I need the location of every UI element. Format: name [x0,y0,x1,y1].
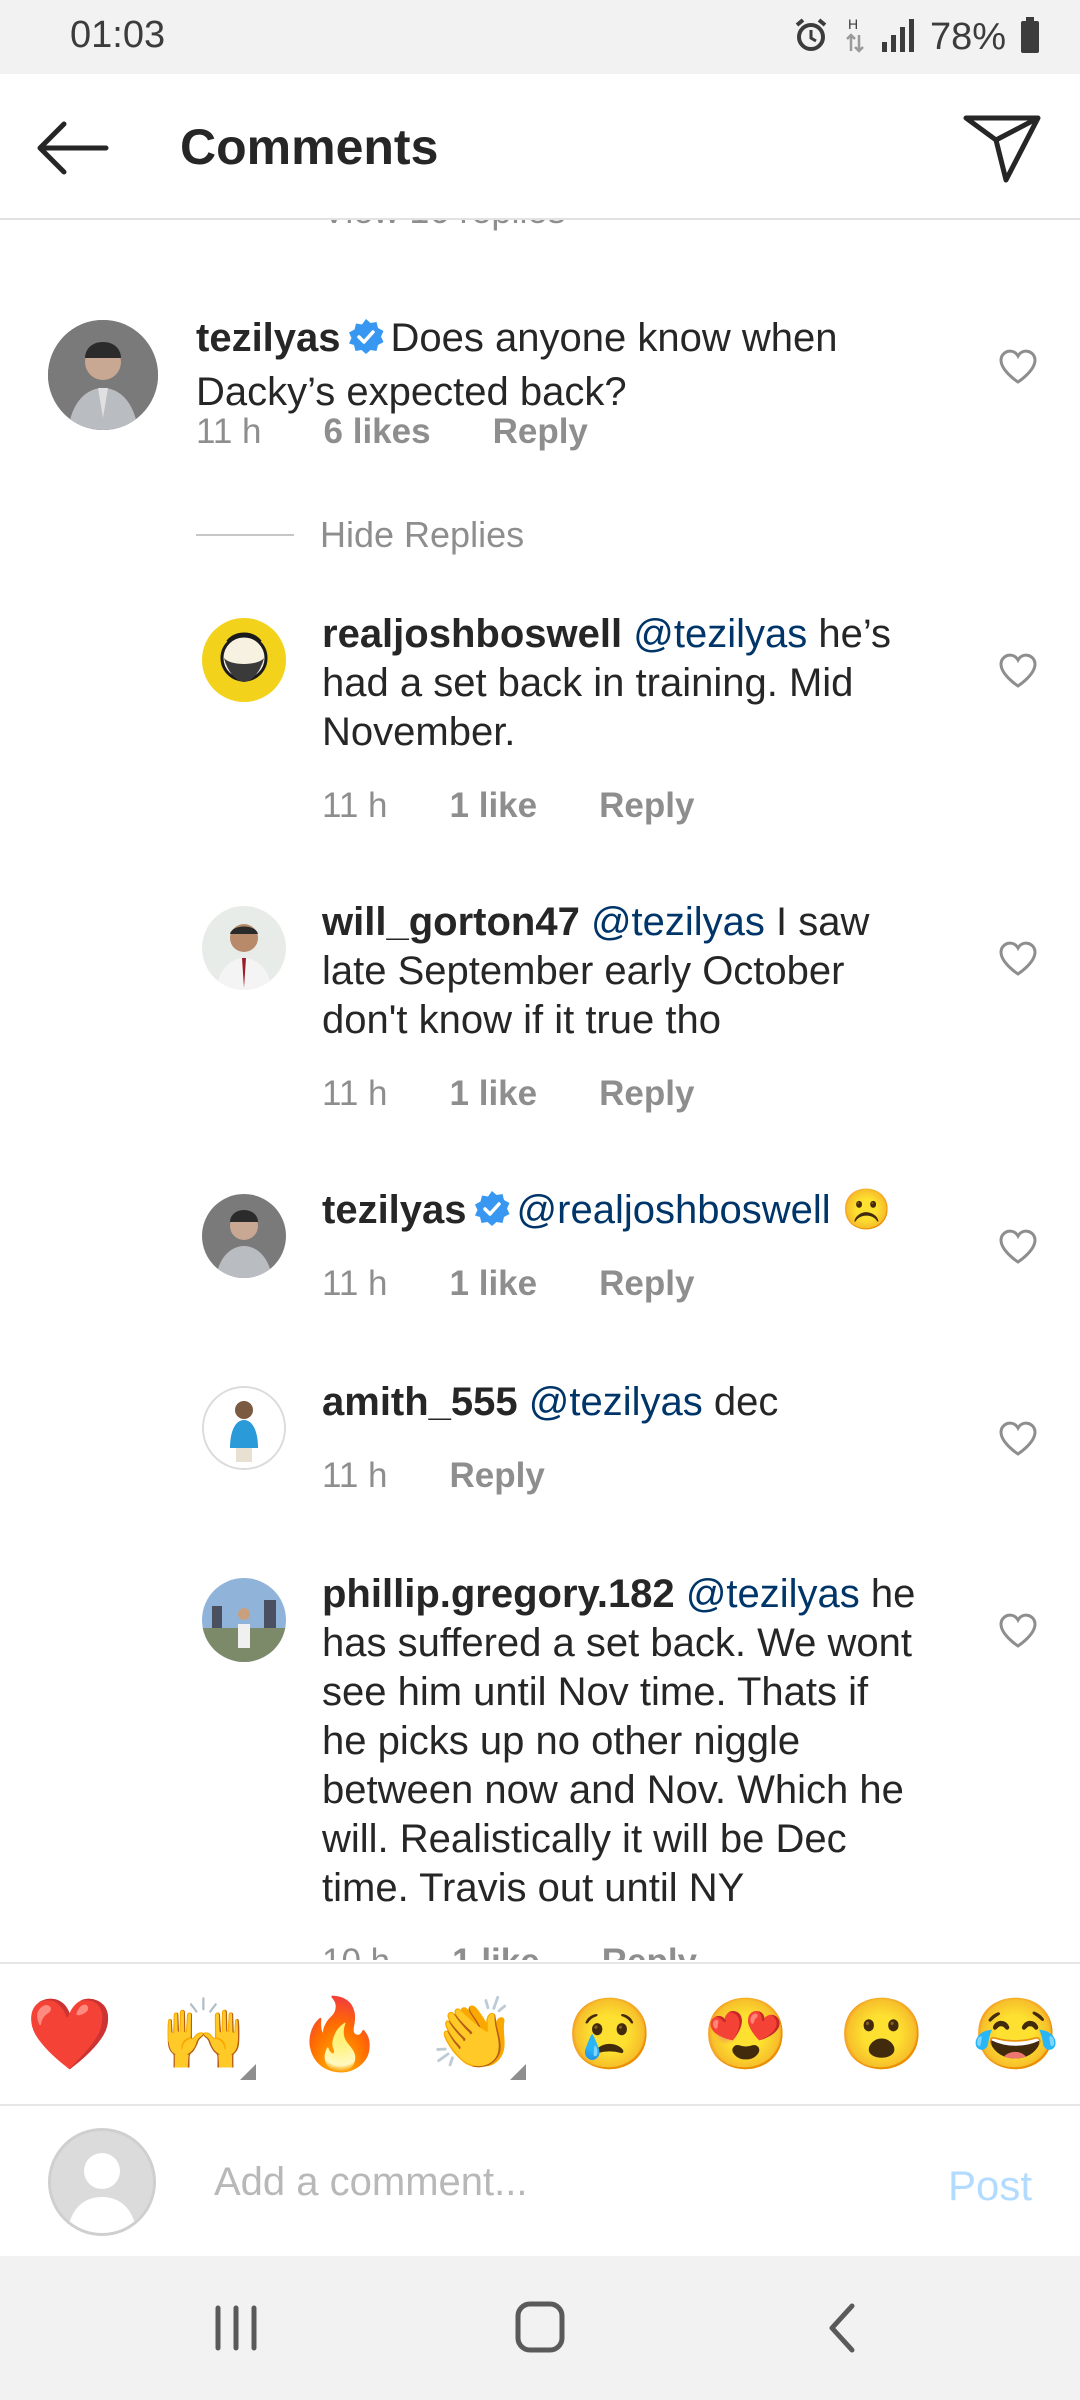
data-arrows-icon: H [844,15,866,60]
back-arrow-icon[interactable] [30,114,114,182]
like-heart-icon[interactable] [998,940,1038,976]
emoji-quick-bar: ❤️ 🙌 🔥 👏 😢 😍 😮 😂 [0,1962,1080,2106]
verified-badge-icon [347,318,385,368]
comment-meta: 10 h 1 like Reply [322,1942,697,1960]
comment-time: 10 h [322,1942,390,1960]
comment-time: 11 h [322,1074,388,1113]
avatar[interactable] [48,320,158,430]
emoji-clapping[interactable]: 👏 [430,1994,517,2074]
hide-replies-toggle[interactable]: Hide Replies [196,514,524,556]
like-heart-icon[interactable] [998,1612,1038,1648]
comment-text: tezilyas Does anyone know when Dacky’s ex… [196,314,896,417]
comment-username[interactable]: will_gorton47 [322,900,580,944]
comment-time: 11 h [196,412,262,451]
svg-text:H: H [848,16,858,32]
divider [196,534,294,536]
comment-likes[interactable]: 1 like [450,786,538,826]
emoji-tears-of-joy[interactable]: 😂 [972,1994,1059,2074]
home-icon[interactable] [500,2296,580,2360]
comment-text: amith_555 @tezilyas dec [322,1378,912,1427]
comment-time: 11 h [322,1456,388,1495]
status-bar: 01:03 H 78% [0,0,1080,74]
view-replies-link[interactable]: View 16 replies [322,220,565,232]
comment-username[interactable]: phillip.gregory.182 [322,1572,675,1616]
avatar[interactable] [202,1578,286,1662]
system-nav-bar [0,2256,1080,2400]
page-title: Comments [180,119,439,175]
recents-icon[interactable] [196,2296,276,2360]
emoji-fire[interactable]: 🔥 [296,1994,383,2074]
comment-time: 11 h [322,1264,388,1303]
comment-likes[interactable]: 1 like [452,1942,540,1960]
comment-body: he has suffered a set back. We wont see … [322,1572,916,1910]
avatar[interactable] [202,906,286,990]
reply-button[interactable]: Reply [599,1264,694,1304]
alarm-icon [792,16,830,59]
avatar[interactable] [202,1194,286,1278]
comment-username[interactable]: tezilyas [196,316,341,360]
emoji-crying[interactable]: 😢 [566,1994,653,2074]
comment-likes[interactable]: 1 like [450,1264,538,1304]
signal-icon [880,18,916,57]
mention-link[interactable]: @tezilyas [529,1380,703,1424]
hide-replies-label: Hide Replies [320,514,525,555]
mention-link[interactable]: @realjoshboswell [517,1188,831,1232]
back-icon[interactable] [804,2296,884,2360]
comment-meta: 11 h 6 likes Reply [196,412,588,452]
emoji-heart-eyes[interactable]: 😍 [702,1994,789,2074]
comment-body: ☹️ [841,1188,892,1232]
mention-link[interactable]: @tezilyas [591,900,765,944]
comment-meta: 11 h 1 like Reply [322,786,694,826]
comment-text: tezilyas @realjoshboswell ☹️ [322,1186,942,1240]
status-time: 01:03 [70,14,166,56]
like-heart-icon[interactable] [998,1228,1038,1264]
comment-username[interactable]: realjoshboswell [322,612,622,656]
emoji-surprised[interactable]: 😮 [838,1994,925,2074]
avatar[interactable] [202,618,286,702]
comment-input-bar: Post [0,2106,1080,2256]
current-user-avatar [48,2128,156,2236]
emoji-raising-hands[interactable]: 🙌 [160,1994,247,2074]
comment-text: phillip.gregory.182 @tezilyas he has suf… [322,1570,922,1913]
post-button[interactable]: Post [948,2162,1032,2210]
avatar[interactable] [202,1386,286,1470]
battery-icon [1020,16,1040,58]
skin-tone-indicator-icon [510,2064,526,2080]
comment-text: realjoshboswell @tezilyas he’s had a set… [322,610,912,757]
comment-input[interactable] [214,2142,854,2222]
reply-button[interactable]: Reply [450,1456,545,1496]
mention-link[interactable]: @tezilyas [633,612,807,656]
reply-button[interactable]: Reply [599,1074,694,1114]
comment-time: 11 h [322,786,388,825]
comment-text: will_gorton47 @tezilyas I saw late Septe… [322,898,912,1045]
comment-body: dec [713,1380,779,1424]
comment-meta: 11 h 1 like Reply [322,1074,694,1114]
like-heart-icon[interactable] [998,1420,1038,1456]
direct-send-icon[interactable] [960,108,1044,188]
comment-likes[interactable]: 6 likes [324,412,431,452]
skin-tone-indicator-icon [240,2064,256,2080]
mention-link[interactable]: @tezilyas [686,1572,860,1616]
like-heart-icon[interactable] [998,652,1038,688]
comment-meta: 11 h 1 like Reply [322,1264,694,1304]
status-icons: H 78% [792,14,1040,60]
comment-username[interactable]: tezilyas [322,1188,467,1232]
reply-button[interactable]: Reply [599,786,694,826]
emoji-heart[interactable]: ❤️ [26,1994,113,2074]
verified-badge-icon [473,1190,511,1240]
battery-percent: 78% [929,15,1006,58]
comment-meta: 11 h Reply [322,1456,545,1496]
like-heart-icon[interactable] [998,348,1038,384]
reply-button[interactable]: Reply [493,412,588,452]
comment-username[interactable]: amith_555 [322,1380,518,1424]
header: Comments [0,74,1080,220]
comment-likes[interactable]: 1 like [450,1074,538,1114]
reply-button[interactable]: Reply [602,1942,697,1960]
comments-list[interactable]: View 16 replies tezilyasDoes anyone know… [0,220,1080,1960]
